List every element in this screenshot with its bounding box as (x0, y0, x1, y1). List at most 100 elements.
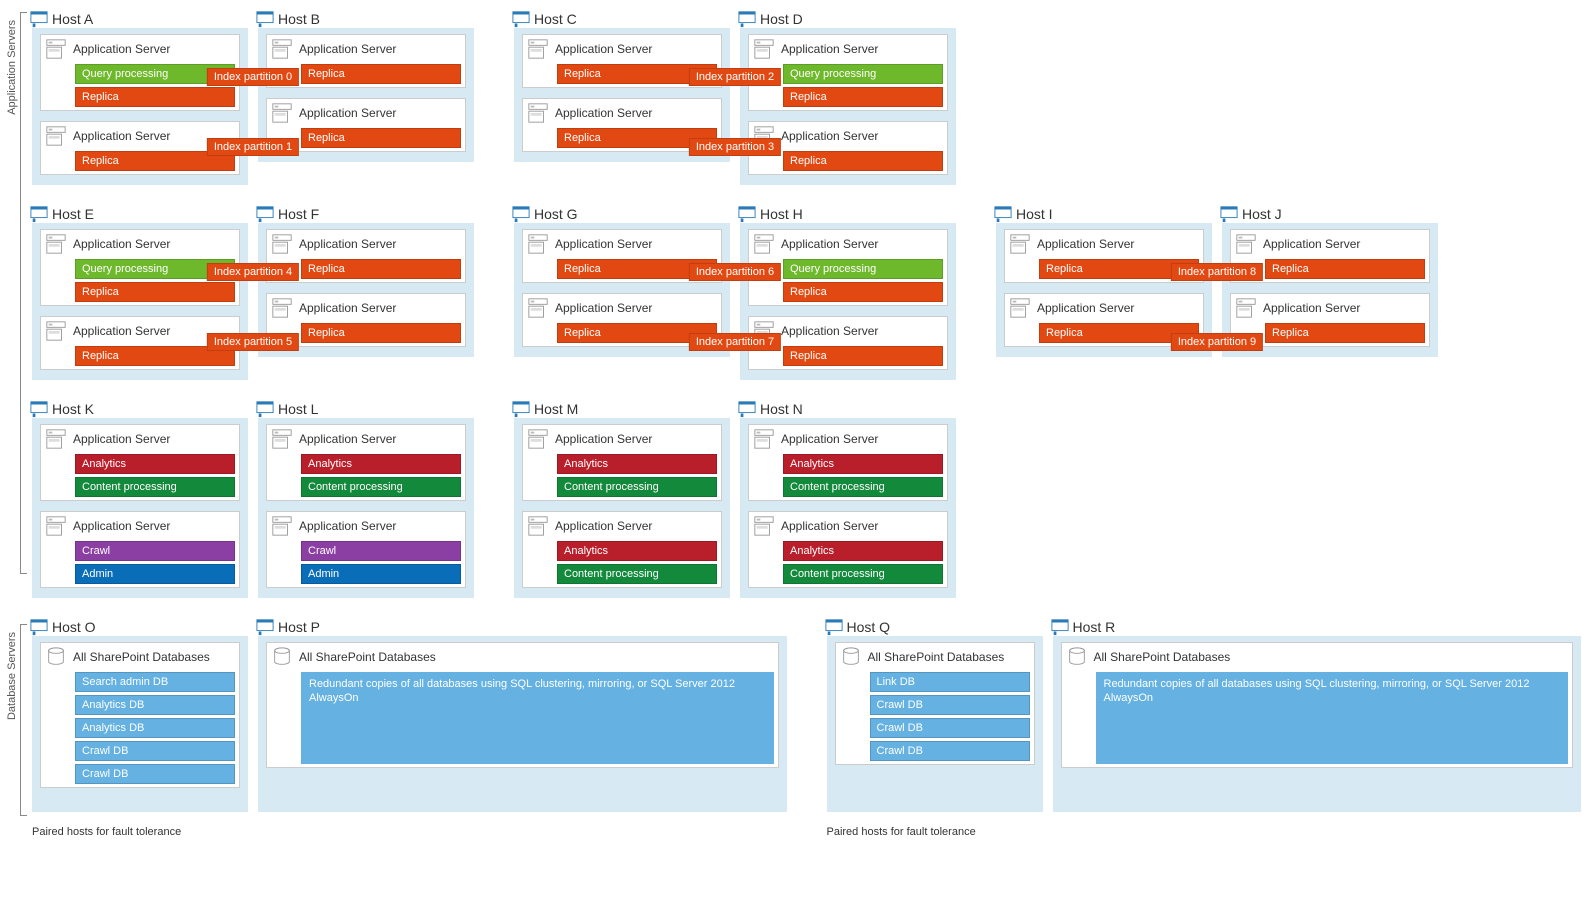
app-server-title: Application Server (73, 237, 170, 251)
server-icon (1009, 297, 1031, 319)
host-C: Host C Application Server Replica Applic… (514, 10, 730, 185)
crawl-chip: Crawl (301, 541, 461, 561)
app-server-title: Application Server (73, 324, 170, 338)
host-icon (512, 205, 530, 223)
app-server-title: Application Server (555, 106, 652, 120)
index-partition-label: Index partition 1 (207, 138, 299, 156)
index-partition-label: Index partition 6 (689, 263, 781, 281)
app-server-title: Application Server (73, 519, 170, 533)
host-title: Host O (52, 619, 96, 635)
db-item: Crawl DB (870, 741, 1030, 761)
replica-chip: Replica (301, 259, 461, 279)
app-server-title: Application Server (781, 237, 878, 251)
db-item: Search admin DB (75, 672, 235, 692)
host-title: Host Q (847, 619, 891, 635)
server-icon (753, 428, 775, 450)
replica-chip: Replica (783, 346, 943, 366)
server-icon (45, 320, 67, 342)
content-processing-chip: Content processing (783, 564, 943, 584)
db-item: Crawl DB (870, 695, 1030, 715)
server-icon (271, 428, 293, 450)
index-partition-label: Index partition 5 (207, 333, 299, 351)
query-processing-chip: Query processing (783, 64, 943, 84)
db-box: All SharePoint Databases Redundant copie… (266, 642, 779, 768)
server-icon (527, 233, 549, 255)
bracket-app (20, 12, 27, 574)
database-icon (45, 646, 67, 668)
host-H: Host H Application Server Query processi… (740, 205, 956, 380)
host-icon (738, 205, 756, 223)
crawl-chip: Crawl (75, 541, 235, 561)
server-icon (45, 125, 67, 147)
host-B: Host B Application Server Replica Applic… (258, 10, 474, 185)
app-server-box: Application Server AnalyticsContent proc… (748, 424, 948, 501)
analytics-chip: Analytics (783, 454, 943, 474)
replica-chip: Replica (783, 87, 943, 107)
db-item: Link DB (870, 672, 1030, 692)
server-icon (271, 515, 293, 537)
host-O: Host O All SharePoint Databases Search a… (32, 618, 248, 812)
db-title: All SharePoint Databases (1094, 650, 1231, 664)
host-icon (512, 10, 530, 28)
host-L: Host L Application Server AnalyticsConte… (258, 400, 474, 598)
host-icon (256, 10, 274, 28)
database-icon (271, 646, 293, 668)
db-box: All SharePoint Databases Link DB Crawl DB… (835, 642, 1035, 765)
content-processing-chip: Content processing (301, 477, 461, 497)
replica-chip: Replica (301, 128, 461, 148)
host-G: Host G Application Server Replica Applic… (514, 205, 730, 380)
db-box: All SharePoint Databases Redundant copie… (1061, 642, 1574, 768)
app-server-title: Application Server (781, 42, 878, 56)
server-icon (1009, 233, 1031, 255)
host-K: Host K Application Server AnalyticsConte… (32, 400, 248, 598)
host-E: Host E Application Server Query processi… (32, 205, 248, 380)
host-A: Host A Application Server Query processi… (32, 10, 248, 185)
app-server-box: Application Server AnalyticsContent proc… (522, 424, 722, 501)
server-icon (45, 515, 67, 537)
app-server-box: Application Server CrawlAdmin (266, 511, 466, 588)
db-item: Crawl DB (75, 764, 235, 784)
analytics-chip: Analytics (557, 541, 717, 561)
app-server-title: Application Server (555, 237, 652, 251)
db-title: All SharePoint Databases (73, 650, 210, 664)
host-P: Host P All SharePoint Databases Redundan… (258, 618, 787, 812)
app-server-title: Application Server (555, 42, 652, 56)
replica-chip: Replica (1265, 259, 1425, 279)
host-title: Host C (534, 11, 577, 27)
analytics-chip: Analytics (75, 454, 235, 474)
host-title: Host M (534, 401, 578, 417)
db-redundant-text: Redundant copies of all databases using … (1096, 672, 1569, 764)
db-title: All SharePoint Databases (868, 650, 1005, 664)
database-icon (840, 646, 862, 668)
index-partition-label: Index partition 0 (207, 68, 299, 86)
section-label-app: Application Servers (6, 20, 18, 115)
host-icon (738, 10, 756, 28)
server-icon (527, 38, 549, 60)
server-icon (45, 233, 67, 255)
host-title: Host R (1073, 619, 1116, 635)
paired-caption: Paired hosts for fault tolerance (827, 826, 976, 838)
app-server-title: Application Server (299, 106, 396, 120)
host-icon (30, 10, 48, 28)
host-title: Host P (278, 619, 320, 635)
content-processing-chip: Content processing (75, 477, 235, 497)
db-title: All SharePoint Databases (299, 650, 436, 664)
admin-chip: Admin (75, 564, 235, 584)
host-title: Host E (52, 206, 94, 222)
app-server-title: Application Server (555, 301, 652, 315)
app-server-title: Application Server (781, 432, 878, 446)
database-icon (1066, 646, 1088, 668)
host-icon (30, 618, 48, 636)
app-server-title: Application Server (73, 42, 170, 56)
host-Q: Host Q All SharePoint Databases Link DB C… (827, 618, 1043, 812)
server-icon (271, 38, 293, 60)
host-F: Host F Application Server Replica Applic… (258, 205, 474, 380)
host-icon (512, 400, 530, 418)
host-title: Host D (760, 11, 803, 27)
replica-chip: Replica (301, 323, 461, 343)
server-icon (753, 233, 775, 255)
host-M: Host M Application Server AnalyticsConte… (514, 400, 730, 598)
server-icon (45, 428, 67, 450)
host-title: Host L (278, 401, 318, 417)
app-server-title: Application Server (73, 432, 170, 446)
